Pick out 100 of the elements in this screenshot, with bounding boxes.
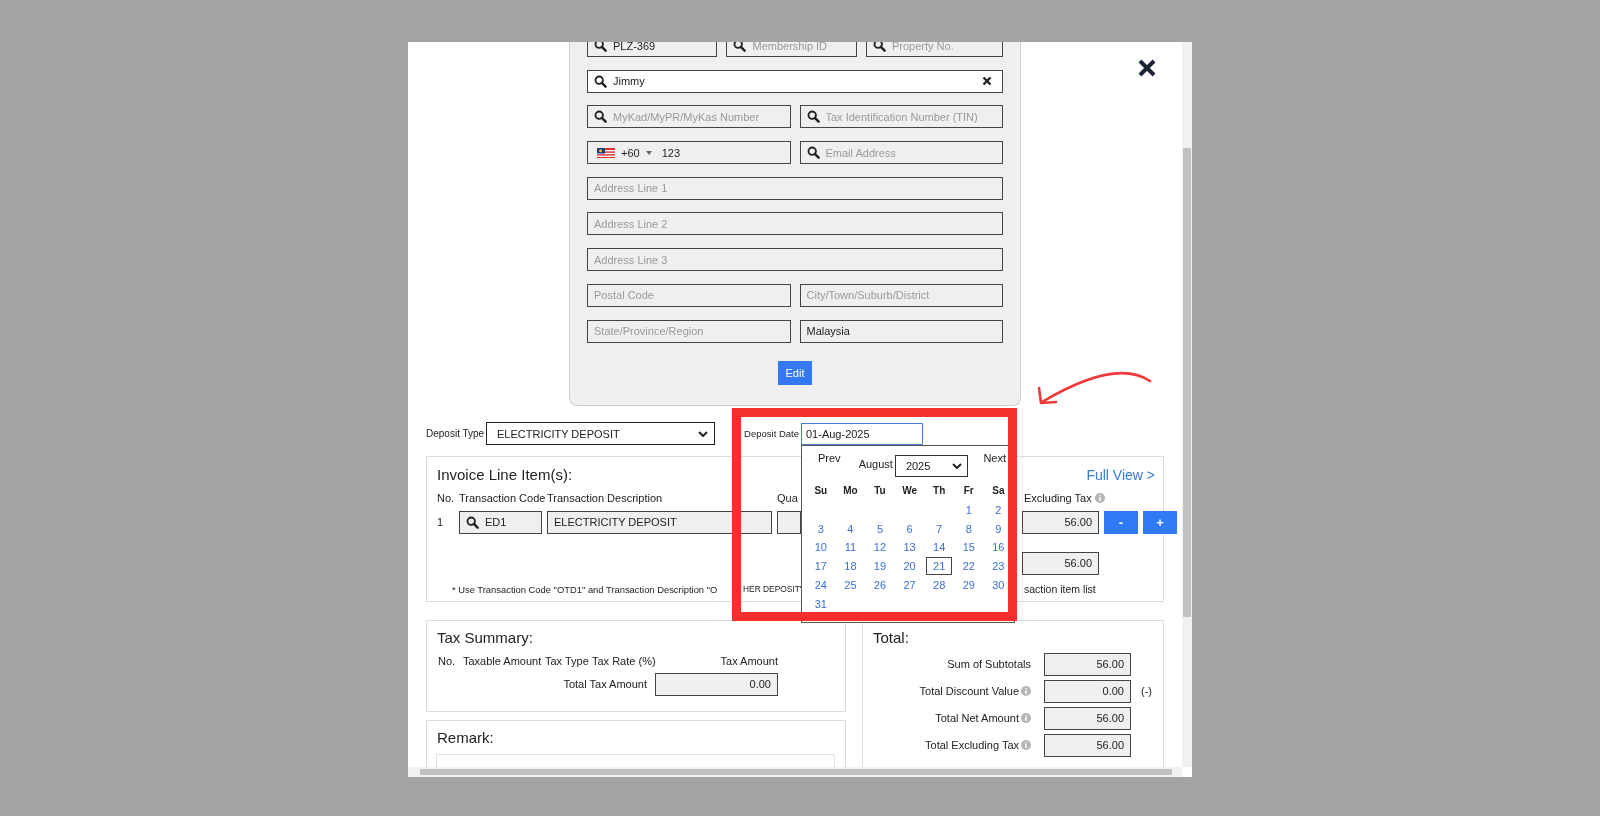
phone-number[interactable]: 123 [661, 146, 681, 159]
calendar-day[interactable]: 3 [812, 520, 829, 537]
dropdown-caret-icon[interactable] [645, 150, 652, 155]
total-label: Total Net Amount [935, 712, 1019, 724]
total-label: Sum of Subtotals [947, 658, 1031, 670]
info-icon[interactable] [1021, 740, 1031, 750]
prev-link[interactable]: Prev [818, 451, 841, 464]
calendar-day[interactable]: 30 [987, 577, 1010, 594]
calendar-day[interactable]: 27 [898, 577, 921, 594]
search-icon [806, 146, 820, 160]
column-header: No. [437, 491, 456, 504]
column-header: Transaction Description [547, 491, 664, 504]
calendar-day[interactable]: 28 [928, 577, 951, 594]
search-icon [733, 42, 747, 52]
search-icon [806, 110, 820, 124]
column-header: Tax Amount [719, 654, 778, 667]
chevron-down-icon [698, 430, 708, 437]
transaction-code-field[interactable]: ED1 [459, 510, 542, 534]
calendar-day[interactable]: 13 [898, 539, 921, 556]
calendar-day[interactable]: 8 [960, 520, 977, 537]
calendar-day[interactable]: 25 [839, 577, 862, 594]
note-text: saction item list [1024, 583, 1096, 595]
calendar-day[interactable]: 14 [928, 539, 951, 556]
calendar-day[interactable]: 24 [809, 577, 832, 594]
weekday-label: Th [932, 485, 947, 496]
deposit-type-label: Deposit Type [426, 428, 486, 439]
section-title: Total: [873, 628, 910, 646]
date-field[interactable]: 01-Aug-2025 [801, 422, 923, 445]
column-header: Qua [777, 491, 799, 504]
calendar-day[interactable]: 7 [931, 520, 948, 537]
text-field[interactable]: Address Line 2 [587, 212, 1003, 236]
search-field[interactable]: MyKad/MyPR/MyKas Number [587, 105, 791, 129]
search-icon [594, 110, 607, 124]
weekday-label: Tu [873, 485, 887, 496]
weekday-label: Mo [842, 485, 859, 496]
edit-button[interactable]: Edit [778, 360, 812, 385]
phone-field[interactable]: +60 123 [587, 141, 791, 165]
text-field[interactable]: City/Town/Suburb/District [799, 283, 1003, 307]
column-header: No. [438, 654, 457, 667]
deposit-type-select[interactable]: ELECTRICITY DEPOSIT [486, 422, 715, 445]
deposit-date-label: Deposit Date [744, 428, 799, 439]
calendar-day[interactable]: 23 [987, 558, 1010, 575]
scrollbar-thumb[interactable] [1183, 148, 1191, 617]
next-link[interactable]: Next [983, 451, 1006, 464]
country-code[interactable]: +60 [621, 146, 640, 159]
full-view-link[interactable]: Full View > [1086, 466, 1155, 483]
calendar-day[interactable]: 5 [871, 520, 889, 537]
calendar-day[interactable]: 29 [957, 577, 980, 594]
search-field[interactable]: Property No. [865, 42, 1003, 57]
calendar-day[interactable]: 4 [842, 520, 859, 537]
section-title: Tax Summary: [437, 628, 533, 646]
weekday-label: Su [813, 485, 829, 496]
weekday-label: We [901, 485, 918, 496]
calendar-day[interactable]: 17 [809, 558, 832, 575]
note-text: * Use Transaction Code "OTD1" and Transaction Description "O [452, 583, 718, 595]
column-header: Tax Type [545, 654, 590, 667]
close-icon[interactable] [1137, 58, 1157, 78]
calendar-day[interactable]: 20 [898, 558, 921, 575]
search-field[interactable]: Jimmy [587, 69, 1003, 93]
calendar-day[interactable]: 1 [960, 501, 977, 518]
horizontal-scrollbar[interactable] [408, 767, 1182, 777]
calendar-day[interactable]: 6 [901, 520, 918, 537]
year-select[interactable]: 2025 [894, 454, 968, 477]
calendar-day[interactable]: 9 [990, 520, 1007, 537]
info-icon[interactable] [1021, 686, 1031, 696]
flag-icon[interactable] [597, 147, 615, 158]
total-label: Total Excluding Tax [925, 739, 1019, 751]
text-field[interactable]: Malaysia [799, 319, 1003, 343]
scrollbar-thumb[interactable] [420, 769, 1172, 775]
total-value-field: 56.00 [1044, 733, 1131, 757]
search-field[interactable]: Tax Identification Number (TIN) [799, 105, 1003, 129]
calendar-day[interactable]: 16 [987, 539, 1010, 556]
quantity-field[interactable] [777, 510, 801, 534]
calendar-day[interactable]: 26 [868, 577, 892, 594]
search-field[interactable]: Email Address [799, 141, 1003, 165]
calendar-day[interactable]: 11 [839, 539, 862, 556]
weekday-label: Fr [962, 485, 975, 496]
calendar-day[interactable]: 15 [957, 539, 980, 556]
calendar-day[interactable]: 31 [809, 595, 832, 612]
clear-icon[interactable] [982, 76, 992, 87]
total-label: Total Discount Value [919, 685, 1019, 697]
total-tax-field: 0.00 [655, 672, 778, 696]
search-field[interactable]: PLZ-369 [587, 42, 718, 57]
calendar-day[interactable]: 21 [926, 557, 953, 576]
info-icon[interactable] [1021, 713, 1031, 723]
text-field[interactable]: Postal Code [587, 283, 791, 307]
calendar-day[interactable]: 19 [868, 558, 892, 575]
calendar-day[interactable]: 2 [990, 501, 1007, 518]
calendar-day[interactable]: 22 [957, 558, 980, 575]
calendar-day[interactable]: 18 [839, 558, 862, 575]
total-tax-label: Total Tax Amount [562, 678, 647, 690]
calendar-day[interactable]: 10 [809, 539, 832, 556]
vertical-scrollbar[interactable] [1182, 42, 1192, 767]
remove-row-button[interactable]: - [1104, 510, 1138, 534]
weekday-label: Sa [991, 485, 1006, 496]
add-row-button[interactable]: + [1143, 510, 1177, 534]
calendar-day[interactable]: 12 [868, 539, 892, 556]
transaction-description-field[interactable]: ELECTRICITY DEPOSIT [547, 510, 772, 534]
section-title: Invoice Line Item(s): [437, 466, 573, 483]
info-icon[interactable] [1094, 492, 1105, 503]
